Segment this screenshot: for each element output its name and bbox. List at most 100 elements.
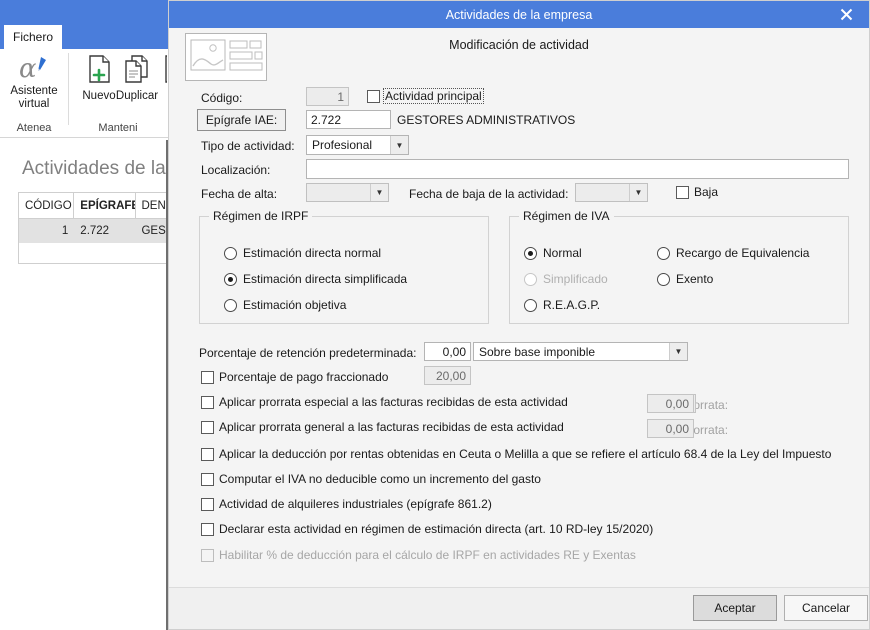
checkbox-box xyxy=(201,497,214,511)
localizacion-label: Localización: xyxy=(201,163,271,177)
tipo-actividad-select[interactable]: Profesional ▼ xyxy=(306,135,409,155)
checkbox-box xyxy=(201,548,214,562)
asistente-virtual-button[interactable]: α Asistente virtual xyxy=(4,53,64,111)
cell-codigo: 1 xyxy=(61,225,69,237)
chevron-down-icon: ▼ xyxy=(390,136,408,154)
ribbon-group-title-mantenimiento: Manteni xyxy=(98,122,138,134)
alquileres-industriales-checkbox[interactable]: Actividad de alquileres industriales (ep… xyxy=(201,497,492,511)
accept-button[interactable]: Aceptar xyxy=(693,595,777,621)
iva-option-label: Normal xyxy=(543,246,582,260)
ribbon-group-title-atenea: Atenea xyxy=(16,122,52,134)
asistente-virtual-label: Asistente virtual xyxy=(10,85,58,110)
ribbon-group-atenea: α Asistente virtual Atenea xyxy=(0,49,68,137)
radio-button xyxy=(224,298,237,312)
fecha-alta-label: Fecha de alta: xyxy=(201,187,278,201)
iva-option-exento[interactable]: Exento xyxy=(657,272,713,286)
iva-group-title: Régimen de IVA xyxy=(519,209,614,223)
declarar-estimacion-directa-label: Declarar esta actividad en régimen de es… xyxy=(219,522,654,536)
irpf-option-label: Estimación directa normal xyxy=(243,246,382,260)
dialog-title-text: Actividades de la empresa xyxy=(445,7,593,22)
chevron-down-icon: ▼ xyxy=(629,184,647,201)
retencion-label: Porcentaje de retención predeterminada: xyxy=(199,346,417,360)
prorrata-especial-checkbox[interactable]: Aplicar prorrata especial a las facturas… xyxy=(201,395,568,409)
prorrata-general-label: Aplicar prorrata general a las facturas … xyxy=(219,420,564,434)
irpf-group-title: Régimen de IRPF xyxy=(209,209,313,223)
deduccion-ceuta-melilla-label: Aplicar la deducción por rentas obtenida… xyxy=(219,447,832,461)
activities-table: CÓDIGO EPÍGRAFE DEN 1 2.722 GES xyxy=(18,192,178,264)
baja-label: Baja xyxy=(694,185,719,199)
declarar-estimacion-directa-checkbox[interactable]: Declarar esta actividad en régimen de es… xyxy=(201,522,653,536)
checkbox-box xyxy=(676,185,689,199)
checkbox-box xyxy=(201,472,214,486)
irpf-option-estimacion-objetiva[interactable]: Estimación objetiva xyxy=(224,298,346,312)
dialog-body: Modificación de actividad Código: 1 Acti… xyxy=(169,28,869,591)
deduccion-ceuta-melilla-checkbox[interactable]: Aplicar la deducción por rentas obtenida… xyxy=(201,447,831,461)
table-row[interactable]: 1 2.722 GES xyxy=(19,219,177,243)
tab-fichero-label: Fichero xyxy=(12,30,53,44)
fecha-alta-datepicker[interactable]: ▼ xyxy=(306,183,389,202)
dialog-footer: Aceptar Cancelar xyxy=(169,587,869,629)
retencion-base-select[interactable]: Sobre base imponible ▼ xyxy=(473,342,688,361)
checkbox-box xyxy=(201,370,214,384)
alpha-icon: α xyxy=(17,53,51,84)
cancel-button[interactable]: Cancelar xyxy=(784,595,868,621)
actividad-principal-checkbox[interactable]: Actividad principal xyxy=(367,88,484,104)
prorrata-general-checkbox[interactable]: Aplicar prorrata general a las facturas … xyxy=(201,420,564,434)
activity-dialog: Actividades de la empresa Modificación d… xyxy=(168,0,870,630)
radio-button xyxy=(657,272,670,286)
retencion-base-value: Sobre base imponible xyxy=(479,344,596,359)
retencion-value-field[interactable]: 0,00 xyxy=(424,342,471,361)
pago-fraccionado-label: Porcentaje de pago fraccionado xyxy=(219,370,389,384)
habilitar-deduccion-irpf-label: Habilitar % de deducción para el cálculo… xyxy=(219,548,636,562)
alquileres-industriales-label: Actividad de alquileres industriales (ep… xyxy=(219,497,492,511)
codigo-label: Código: xyxy=(201,91,243,105)
radio-button xyxy=(224,246,237,260)
iva-no-deducible-label: Computar el IVA no deducible como un inc… xyxy=(219,472,541,486)
svg-text:α: α xyxy=(19,54,37,83)
tipo-actividad-value: Profesional xyxy=(312,138,373,152)
checkbox-box xyxy=(201,447,214,461)
tipo-actividad-label: Tipo de actividad: xyxy=(201,139,295,153)
baja-checkbox[interactable]: Baja xyxy=(676,185,718,199)
table-col-codigo: CÓDIGO xyxy=(19,193,75,218)
checkbox-box xyxy=(201,522,214,536)
fecha-baja-datepicker[interactable]: ▼ xyxy=(575,183,648,202)
radio-button xyxy=(524,272,537,286)
pago-fraccionado-checkbox[interactable]: Porcentaje de pago fraccionado xyxy=(201,370,388,384)
irpf-option-label: Estimación objetiva xyxy=(243,298,347,312)
epigrafe-iae-button[interactable]: Epígrafe IAE: xyxy=(197,109,286,131)
codigo-field: 1 xyxy=(306,87,349,106)
radio-button xyxy=(524,298,537,312)
iva-option-label: Exento xyxy=(676,272,714,286)
checkbox-box xyxy=(367,89,380,103)
iva-option-simplificado: Simplificado xyxy=(524,272,608,286)
localizacion-field[interactable] xyxy=(306,159,849,179)
epigrafe-value-field[interactable]: 2.722 xyxy=(306,110,391,129)
ribbon-group-mantenimiento: Nuevo Duplicar Manteni xyxy=(69,49,167,137)
dialog-titlebar: Actividades de la empresa xyxy=(169,1,869,28)
modify-document-icon xyxy=(159,53,167,88)
iva-option-recargo-equivalencia[interactable]: Recargo de Equivalencia xyxy=(657,246,809,260)
radio-button xyxy=(524,246,537,260)
radio-button xyxy=(657,246,670,260)
habilitar-deduccion-irpf-checkbox: Habilitar % de deducción para el cálculo… xyxy=(201,548,636,562)
iva-option-reagp[interactable]: R.E.A.G.P. xyxy=(524,298,600,312)
tab-fichero[interactable]: Fichero xyxy=(4,25,62,49)
chevron-down-icon: ▼ xyxy=(370,184,388,201)
fecha-baja-label: Fecha de baja de la actividad: xyxy=(409,187,569,201)
checkbox-box xyxy=(201,420,214,434)
iva-option-label: R.E.A.G.P. xyxy=(543,298,601,312)
iva-no-deducible-checkbox[interactable]: Computar el IVA no deducible como un inc… xyxy=(201,472,541,486)
table-col-epigrafe: EPÍGRAFE xyxy=(74,193,136,218)
modificar-button[interactable]: Mo xyxy=(145,53,167,103)
pago-fraccionado-value-field: 20,00 xyxy=(424,366,471,385)
irpf-option-estimacion-directa-normal[interactable]: Estimación directa normal xyxy=(224,246,381,260)
irpf-option-estimacion-directa-simplificada[interactable]: Estimación directa simplificada xyxy=(224,272,407,286)
page-title: Actividades de la xyxy=(22,158,166,179)
iva-option-label: Recargo de Equivalencia xyxy=(676,246,810,260)
iva-option-normal[interactable]: Normal xyxy=(524,246,582,260)
prorrata-especial-value-field: 0,00 xyxy=(647,394,694,413)
epigrafe-description: GESTORES ADMINISTRATIVOS xyxy=(397,113,576,127)
close-icon[interactable] xyxy=(829,1,863,28)
table-header-row: CÓDIGO EPÍGRAFE DEN xyxy=(19,193,177,219)
